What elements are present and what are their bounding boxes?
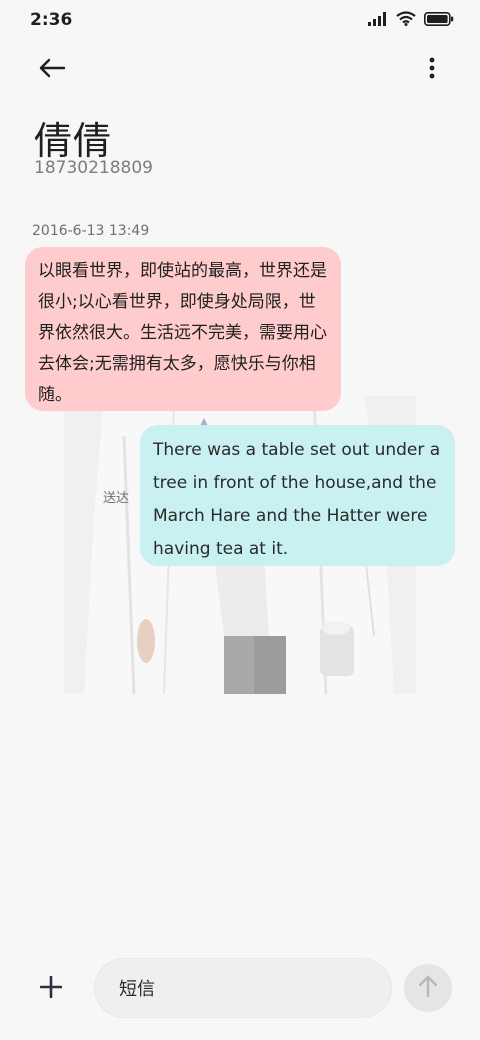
vertical-dots-icon: [429, 57, 435, 83]
status-icons: [368, 11, 454, 30]
delivery-status: 送达: [103, 491, 130, 506]
send-button[interactable]: [404, 964, 452, 1012]
message-input[interactable]: 短信: [94, 958, 392, 1018]
incoming-message-bubble[interactable]: 以眼看世界，即使站的最高，世界还是很小;以心看世界，即使身处局限，世界依然很大。…: [25, 247, 341, 411]
status-bar: 2:36: [0, 0, 480, 40]
status-time: 2:36: [30, 10, 73, 30]
attach-button[interactable]: [32, 970, 70, 1008]
arrow-up-icon: [417, 974, 439, 1002]
signal-icon: [368, 11, 388, 30]
wifi-icon: [396, 11, 416, 30]
back-button[interactable]: [32, 50, 72, 90]
battery-icon: [424, 11, 454, 30]
contact-name: 倩倩: [34, 119, 113, 163]
incoming-message-text: 以眼看世界，即使站的最高，世界还是很小;以心看世界，即使身处局限，世界依然很大。…: [38, 261, 327, 405]
outgoing-message-bubble[interactable]: There was a table set out under a tree i…: [140, 425, 455, 566]
arrow-left-icon: [38, 58, 66, 82]
more-options-button[interactable]: [420, 50, 444, 90]
contact-number: 18730218809: [34, 158, 153, 178]
outgoing-message-text: There was a table set out under a tree i…: [153, 440, 441, 559]
plus-icon: [39, 975, 63, 1002]
message-input-text: 短信: [119, 979, 155, 1000]
message-timestamp: 2016-6-13 13:49: [32, 223, 150, 239]
